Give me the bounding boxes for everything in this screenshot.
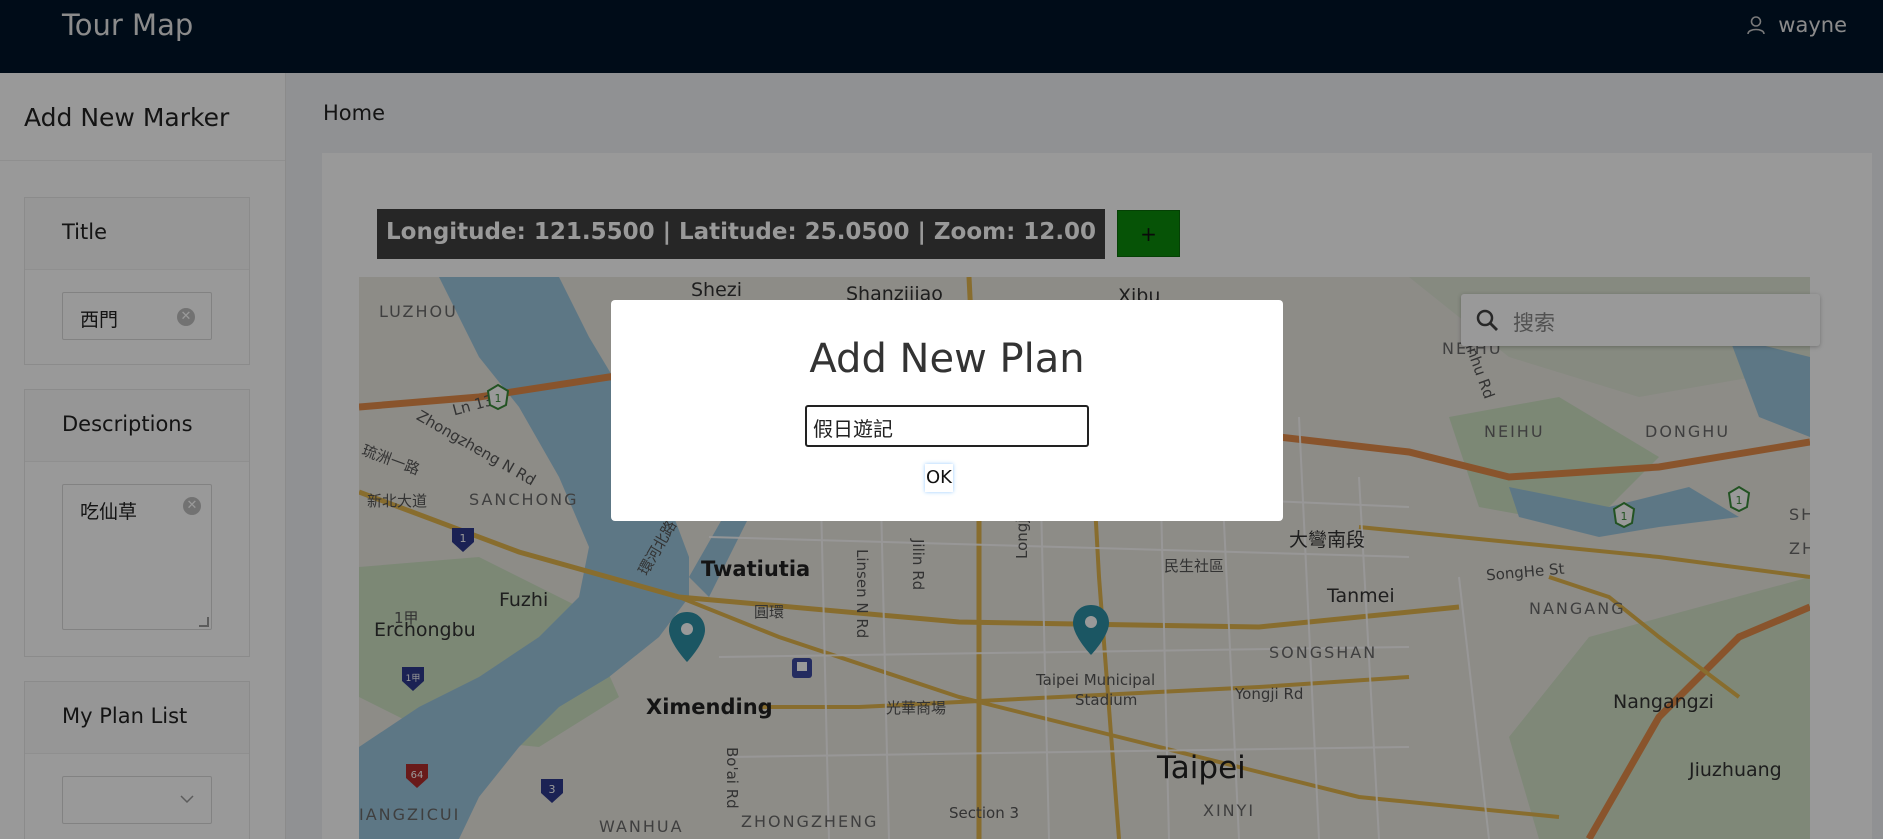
modal-title: Add New Plan bbox=[809, 336, 1085, 382]
ok-button[interactable]: OK bbox=[925, 464, 953, 492]
plan-name-input[interactable]: 假日遊記 bbox=[805, 405, 1089, 447]
add-plan-modal: Add New Plan 假日遊記 OK bbox=[611, 300, 1283, 521]
